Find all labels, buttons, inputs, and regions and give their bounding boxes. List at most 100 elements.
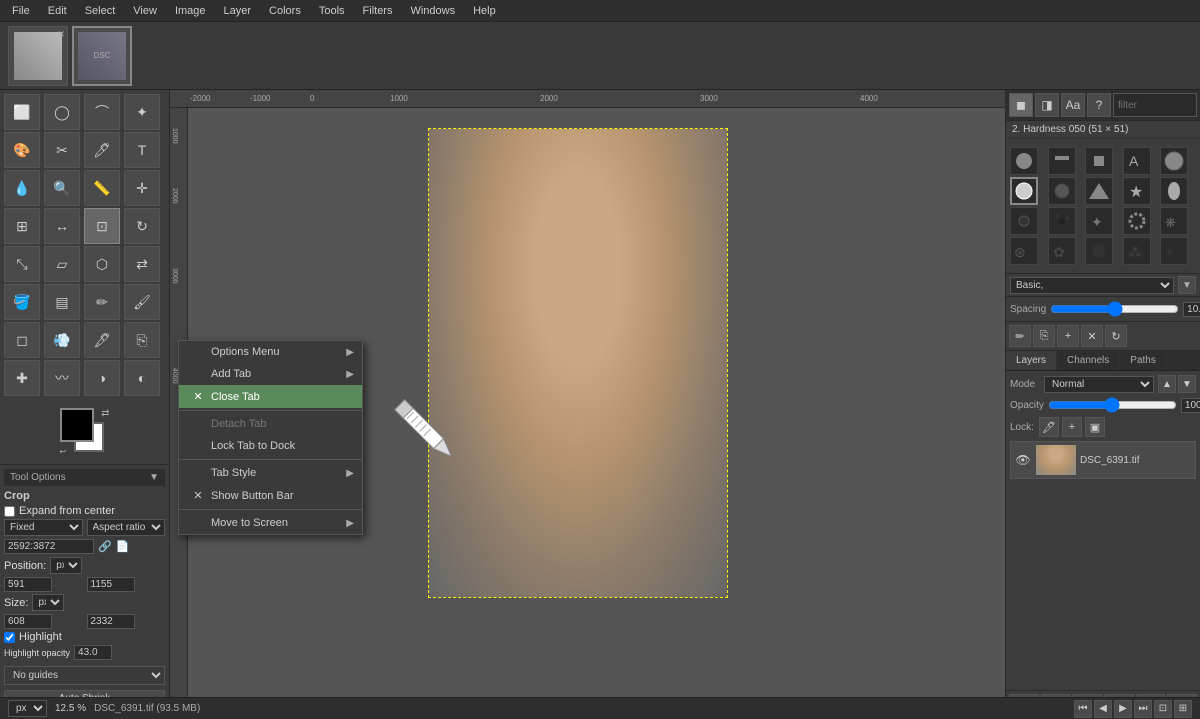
tool-ink[interactable]: 🖋 (84, 322, 120, 358)
nav-zoom-fit[interactable]: ⊡ (1154, 700, 1172, 718)
brush-filter-input[interactable] (1113, 93, 1197, 117)
tool-move[interactable]: ✛ (124, 170, 160, 206)
mode-down-arrow[interactable]: ▼ (1178, 375, 1196, 393)
opacity-slider[interactable] (1048, 400, 1177, 410)
menu-tools[interactable]: Tools (311, 3, 353, 19)
tab-paths[interactable]: Paths (1120, 351, 1167, 370)
reset-colors-icon[interactable]: ↩ (60, 447, 67, 456)
layer-visibility-icon[interactable]: 👁 (1014, 451, 1032, 469)
opacity-input[interactable] (1181, 398, 1200, 413)
menu-help[interactable]: Help (465, 3, 504, 19)
tool-crop[interactable]: ⊡ (84, 208, 120, 244)
tool-shear[interactable]: ▱ (44, 246, 80, 282)
tool-heal[interactable]: ✚ (4, 360, 40, 396)
brush-icon-4[interactable]: ? (1087, 93, 1111, 117)
tool-color-select[interactable]: 🎨 (4, 132, 40, 168)
brush-cell-3[interactable] (1085, 147, 1113, 175)
nav-last-button[interactable]: ⏭ (1134, 700, 1152, 718)
tool-perspective[interactable]: ⬡ (84, 246, 120, 282)
brush-cell-18[interactable] (1085, 237, 1113, 265)
tool-paint[interactable]: 🖌 (124, 284, 160, 320)
tool-transform[interactable]: ↔ (44, 208, 80, 244)
brush-cell-14[interactable] (1123, 207, 1151, 235)
brush-delete-button[interactable]: ✕ (1081, 325, 1103, 347)
brush-cell-19[interactable]: ⁂ (1123, 237, 1151, 265)
tool-rectangle-select[interactable]: ⬜ (4, 94, 40, 130)
lock-alpha-icon[interactable]: ▣ (1085, 417, 1105, 437)
brush-cell-13[interactable]: ✦ (1085, 207, 1113, 235)
tool-smudge[interactable]: 〰 (44, 360, 80, 396)
brush-cell-4[interactable]: A (1123, 147, 1151, 175)
highlight-checkbox[interactable] (4, 632, 15, 643)
cm-add-tab[interactable]: Add Tab ▶ (179, 363, 362, 385)
cm-close-tab[interactable]: ✕ Close Tab (179, 385, 362, 408)
cm-show-button-bar[interactable]: ✕ Show Button Bar (179, 484, 362, 507)
tab-layers[interactable]: Layers (1006, 351, 1057, 370)
brush-icon-1[interactable]: ◼ (1009, 93, 1033, 117)
tool-options-collapse[interactable]: ▼ (149, 472, 159, 483)
brush-edit-button[interactable]: ✏ (1009, 325, 1031, 347)
brush-cell-17[interactable]: ✿ (1048, 237, 1076, 265)
fixed-select[interactable]: Fixed (4, 519, 83, 536)
tab-channels[interactable]: Channels (1057, 351, 1120, 370)
nav-first-button[interactable]: ⏮ (1074, 700, 1092, 718)
menu-view[interactable]: View (125, 3, 165, 19)
layer-item[interactable]: 👁 DSC_6391.tif (1010, 441, 1196, 479)
brush-cell-16[interactable]: ⊛ (1010, 237, 1038, 265)
brush-cell-5[interactable] (1160, 147, 1188, 175)
lock-pixels-icon[interactable]: 🖊 (1039, 417, 1059, 437)
tab-2[interactable]: DSC (72, 26, 132, 86)
tool-measure[interactable]: 📏 (84, 170, 120, 206)
brush-type-select[interactable]: Basic, (1010, 277, 1174, 294)
tool-scale[interactable]: ⤡ (4, 246, 40, 282)
mode-up-arrow[interactable]: ▲ (1158, 375, 1176, 393)
tool-color-picker[interactable]: 💧 (4, 170, 40, 206)
brush-cell-11[interactable] (1010, 207, 1038, 235)
menu-colors[interactable]: Colors (261, 3, 309, 19)
size-input[interactable] (4, 539, 94, 554)
brush-cell-10[interactable] (1160, 177, 1188, 205)
menu-file[interactable]: File (4, 3, 38, 19)
tool-dodge-burn[interactable]: ◑ (84, 360, 120, 396)
mode-select[interactable]: Normal (1044, 376, 1154, 393)
brush-icon-2[interactable]: ◨ (1035, 93, 1059, 117)
nav-next-button[interactable]: ▶ (1114, 700, 1132, 718)
tool-clone[interactable]: ⎘ (124, 322, 160, 358)
tool-bucket-fill[interactable]: 🪣 (4, 284, 40, 320)
tool-fuzzy-select[interactable]: ✦ (124, 94, 160, 130)
tool-paths[interactable]: 🖊 (84, 132, 120, 168)
tool-text[interactable]: T (124, 132, 160, 168)
tool-blend[interactable]: ▤ (44, 284, 80, 320)
tool-airbrush[interactable]: 💨 (44, 322, 80, 358)
cm-move-to-screen[interactable]: Move to Screen ▶ (179, 512, 362, 534)
menu-image[interactable]: Image (167, 3, 214, 19)
size-w-input[interactable] (4, 614, 52, 629)
cm-tab-style[interactable]: Tab Style ▶ (179, 462, 362, 484)
size-file-icon[interactable]: 📄 (116, 540, 130, 553)
brush-cell-6[interactable] (1010, 177, 1038, 205)
tool-zoom[interactable]: 🔍 (44, 170, 80, 206)
spacing-value-input[interactable] (1183, 302, 1200, 317)
expand-from-center-checkbox[interactable] (4, 506, 15, 517)
pos-y-input[interactable] (87, 577, 135, 592)
tab-1-close[interactable]: ✕ (57, 29, 65, 40)
brush-cell-12[interactable] (1048, 207, 1076, 235)
spacing-slider[interactable] (1050, 304, 1179, 314)
tool-ellipse-select[interactable]: ◯ (44, 94, 80, 130)
position-unit-select[interactable]: px (50, 557, 82, 574)
tool-pencil[interactable]: ✏ (84, 284, 120, 320)
tab-1[interactable]: ✕ (8, 26, 68, 86)
brush-cell-7[interactable] (1048, 177, 1076, 205)
highlight-opacity-input[interactable] (74, 645, 112, 660)
tool-rotate[interactable]: ↻ (124, 208, 160, 244)
status-unit-select[interactable]: px (8, 700, 47, 717)
size2-unit-select[interactable]: px (32, 594, 64, 611)
menu-layer[interactable]: Layer (216, 3, 260, 19)
pos-x-input[interactable] (4, 577, 52, 592)
nav-prev-button[interactable]: ◀ (1094, 700, 1112, 718)
brush-cell-2[interactable] (1048, 147, 1076, 175)
tool-free-select[interactable]: ⌒ (84, 94, 120, 130)
menu-edit[interactable]: Edit (40, 3, 75, 19)
brush-cell-20[interactable]: ❀ (1160, 237, 1188, 265)
tool-desaturate[interactable]: ◐ (124, 360, 160, 396)
